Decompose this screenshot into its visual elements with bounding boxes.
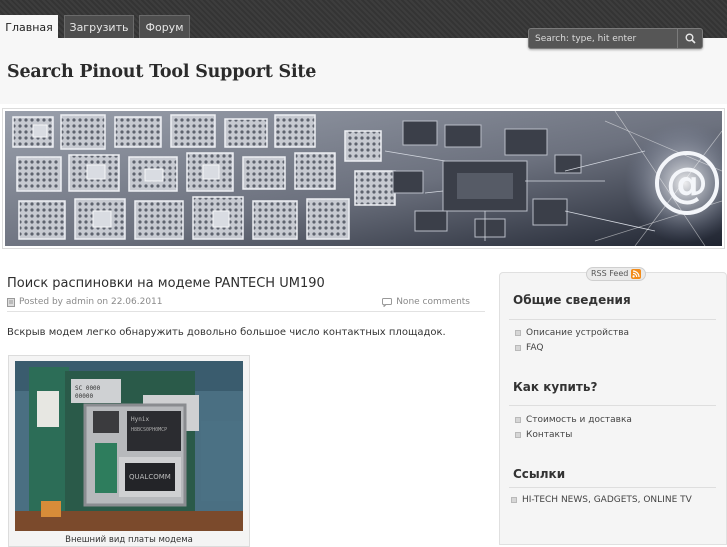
comment-icon [382, 297, 393, 307]
post-meta: Posted by admin on 22.06.2011 None comme… [7, 297, 485, 312]
tab-upload[interactable]: Загрузить [64, 15, 134, 38]
sidebar-item-contacts[interactable]: Контакты [515, 430, 572, 440]
rss-feed-label[interactable]: RSS Feed [591, 267, 628, 281]
bullet-icon [511, 497, 517, 503]
comments-count[interactable]: None comments [396, 297, 470, 307]
post-body-text: Вскрыв модем легко обнаружить довольно б… [7, 327, 446, 338]
bullet-icon [515, 330, 521, 336]
circuit-banner-image: @ [5, 111, 722, 246]
sidebar-item-label[interactable]: HI-TECH NEWS, GADGETS, ONLINE TV [522, 495, 692, 505]
modem-board-photo[interactable]: SC 0000 00000 Hynix H8BCS0PH0MCP QUALCOM… [15, 361, 243, 531]
search-button[interactable] [677, 29, 702, 48]
sidebar-item-label[interactable]: Стоимость и доставка [526, 415, 632, 425]
bullet-icon [515, 432, 521, 438]
image-caption: Внешний вид платы модема [65, 535, 193, 545]
document-icon [7, 297, 15, 307]
site-title[interactable]: Search Pinout Tool Support Site [7, 62, 316, 82]
svg-text:00000: 00000 [75, 393, 93, 400]
sidebar-item-label[interactable]: Описание устройства [526, 328, 629, 338]
bullet-icon [515, 345, 521, 351]
widget-divider [509, 319, 716, 320]
rss-icon [631, 269, 642, 279]
search-box [528, 28, 703, 49]
bullet-icon [515, 417, 521, 423]
sidebar-item-label[interactable]: FAQ [526, 343, 543, 353]
post-meta-posted: Posted by admin on 22.06.2011 [19, 297, 163, 307]
sidebar-item-price-delivery[interactable]: Стоимость и доставка [515, 415, 632, 425]
svg-text:@: @ [666, 158, 708, 207]
tab-forum[interactable]: Форум [139, 15, 190, 38]
comments-link[interactable]: None comments [382, 297, 470, 307]
sidebar-item-label[interactable]: Контакты [526, 430, 572, 440]
svg-text:Hynix: Hynix [131, 416, 149, 423]
svg-text:SC 0000: SC 0000 [75, 385, 101, 392]
search-icon [685, 33, 696, 44]
widget-divider [509, 487, 716, 488]
sidebar-item-faq[interactable]: FAQ [515, 343, 543, 353]
widget-title-links: Ссылки [513, 467, 566, 481]
svg-text:QUALCOMM: QUALCOMM [129, 473, 171, 481]
widget-title-how-to-buy: Как купить? [513, 380, 598, 394]
rss-feed-button[interactable]: RSS Feed [586, 267, 647, 281]
post-image-frame: SC 0000 00000 Hynix H8BCS0PH0MCP QUALCOM… [8, 355, 250, 547]
post-title[interactable]: Поиск распиновки на модеме PANTECH UM190 [7, 276, 325, 291]
sidebar-item-device-description[interactable]: Описание устройства [515, 328, 629, 338]
widget-title-general-info: Общие сведения [513, 293, 631, 307]
svg-text:H8BCS0PH0MCP: H8BCS0PH0MCP [131, 427, 167, 433]
header-banner: @ [2, 108, 725, 249]
sidebar-item-hitech-news[interactable]: HI-TECH NEWS, GADGETS, ONLINE TV [511, 495, 692, 505]
post-meta-author: Posted by admin on 22.06.2011 [7, 297, 163, 307]
tab-home[interactable]: Главная [0, 15, 58, 38]
search-input[interactable] [529, 29, 679, 48]
widget-divider [509, 405, 716, 406]
